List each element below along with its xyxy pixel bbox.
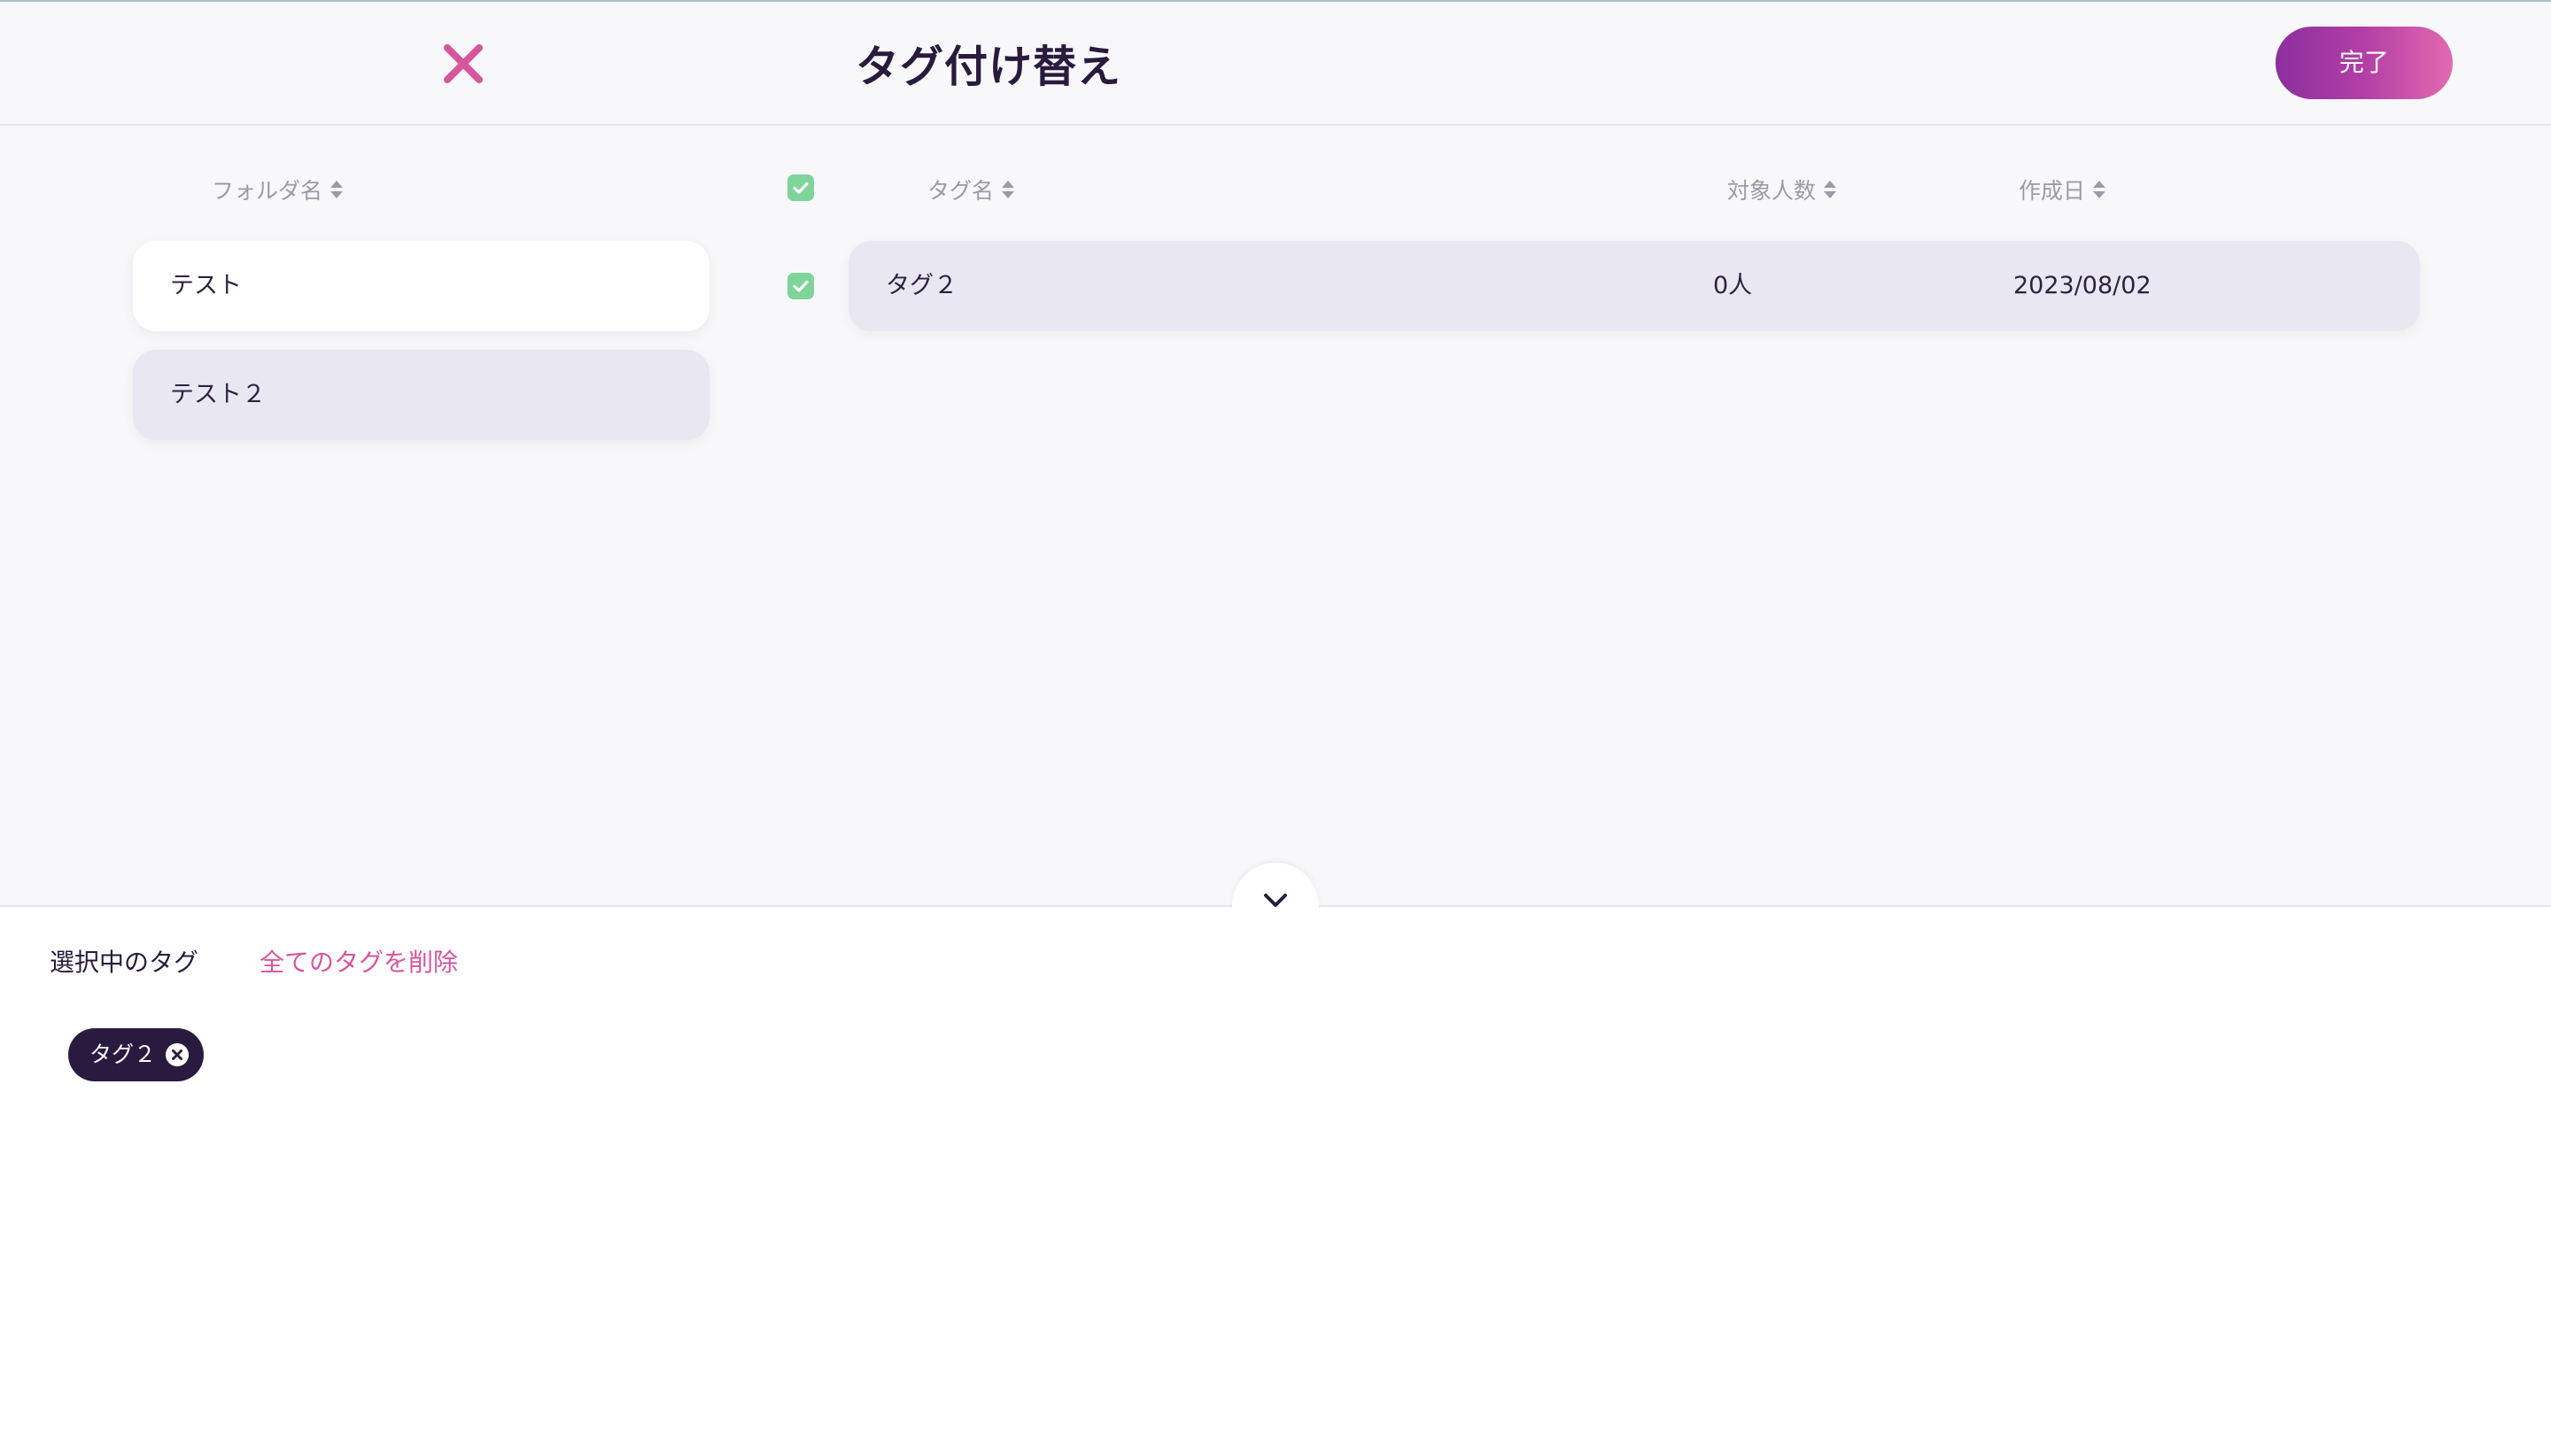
sort-icon: [330, 181, 344, 198]
done-button[interactable]: 完了: [2276, 27, 2453, 99]
target-count-cell: 0人: [1713, 272, 1753, 299]
close-icon: [444, 44, 483, 83]
folder-item-test[interactable]: テスト: [133, 241, 709, 331]
selected-tag-chip-label: タグ２: [89, 1042, 157, 1067]
select-all-checkbox[interactable]: [787, 174, 814, 201]
checkmark-icon: [793, 280, 809, 292]
tag-name-header-label: タグ名: [927, 178, 995, 204]
selected-tag-chip: タグ２: [68, 1028, 204, 1081]
checkmark-icon: [793, 182, 809, 194]
tag-name-cell: タグ２: [886, 272, 958, 299]
delete-all-tags-link[interactable]: 全てのタグを削除: [260, 943, 458, 979]
selected-tags-panel: [0, 905, 2551, 1456]
created-date-column-header[interactable]: 作成日: [2019, 174, 2106, 205]
tag-row-checkbox[interactable]: [787, 273, 814, 299]
target-count-column-header[interactable]: 対象人数: [1727, 174, 1837, 205]
table-row[interactable]: タグ２ 0人 2023/08/02: [849, 241, 2420, 331]
sort-icon: [1002, 181, 1015, 198]
page-title: タグ付け替え: [856, 42, 1122, 92]
folder-name-header-label: フォルダ名: [212, 178, 323, 204]
sort-icon: [2093, 181, 2106, 198]
close-button[interactable]: [438, 39, 488, 89]
sort-icon: [1824, 181, 1837, 198]
main-content: フォルダ名 タグ名 対象人数 作成日 テスト テスト２ タグ２ 0人 2023/…: [0, 126, 2551, 905]
collapse-button-mask: [1222, 907, 1329, 960]
remove-tag-icon[interactable]: [166, 1043, 189, 1066]
created-date-header-label: 作成日: [2019, 178, 2086, 204]
target-count-header-label: 対象人数: [1727, 178, 1817, 204]
created-date-cell: 2023/08/02: [2013, 272, 2152, 299]
tag-name-column-header[interactable]: タグ名: [927, 174, 1015, 205]
selected-tags-label: 選択中のタグ: [50, 948, 199, 977]
folder-item-test-2[interactable]: テスト２: [133, 350, 709, 440]
header-bar: タグ付け替え 完了: [0, 2, 2551, 126]
folder-name-column-header[interactable]: フォルダ名: [212, 174, 344, 205]
